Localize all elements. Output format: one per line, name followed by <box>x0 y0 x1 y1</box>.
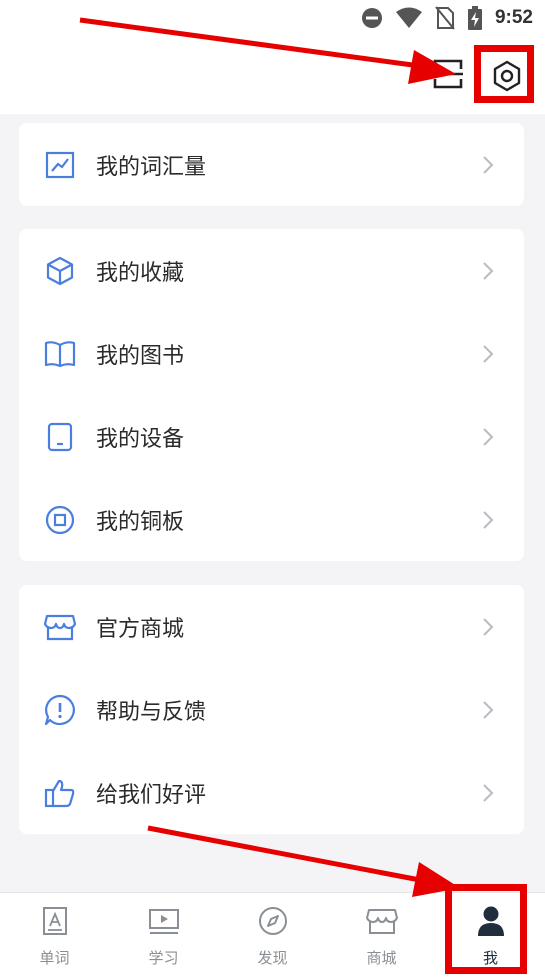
status-time: 9:52 <box>494 7 533 28</box>
tab-words[interactable]: 单词 <box>0 893 109 978</box>
chevron-right-icon <box>483 618 494 636</box>
highlight-box-settings <box>474 45 534 103</box>
book-icon <box>44 338 76 370</box>
tab-label: 发现 <box>257 949 288 967</box>
status-bar: 9:52 <box>0 0 545 36</box>
menu-item-favorites[interactable]: 我的收藏 <box>19 229 524 312</box>
highlight-box-me-tab <box>445 884 527 974</box>
menu-item-devices[interactable]: 我的设备 <box>19 395 524 478</box>
compass-icon <box>257 905 289 937</box>
menu-item-books[interactable]: 我的图书 <box>19 312 524 395</box>
chevron-right-icon <box>483 156 494 174</box>
tab-mall[interactable]: 商城 <box>327 893 436 978</box>
chevron-right-icon <box>483 345 494 363</box>
cube-icon <box>44 255 76 287</box>
tab-label: 单词 <box>39 949 70 967</box>
tab-study[interactable]: 学习 <box>109 893 218 978</box>
vocab-card: 我的词汇量 <box>19 123 524 206</box>
chevron-right-icon <box>483 262 494 280</box>
menu-item-store[interactable]: 官方商城 <box>19 585 524 668</box>
menu-item-help[interactable]: 帮助与反馈 <box>19 668 524 751</box>
menu-item-label: 我的铜板 <box>96 509 185 535</box>
help-feedback-icon <box>44 694 76 726</box>
scan-button[interactable] <box>428 54 468 94</box>
word-card-icon <box>39 905 71 937</box>
coin-icon <box>44 504 76 536</box>
chart-line-icon <box>44 149 76 181</box>
no-sim-icon <box>435 6 455 30</box>
personal-card: 我的收藏 我的图书 我的设备 我的铜板 <box>19 229 524 561</box>
do-not-disturb-icon <box>361 8 382 28</box>
device-icon <box>44 421 76 453</box>
chevron-right-icon <box>483 428 494 446</box>
menu-item-label: 我的设备 <box>96 426 185 452</box>
menu-item-label: 官方商城 <box>96 616 185 642</box>
menu-item-label: 我的图书 <box>96 343 185 369</box>
battery-charging-icon <box>467 6 482 30</box>
menu-item-label: 我的词汇量 <box>96 154 207 180</box>
menu-item-label: 给我们好评 <box>96 782 207 808</box>
chevron-right-icon <box>483 784 494 802</box>
chevron-right-icon <box>483 701 494 719</box>
wifi-icon <box>395 7 422 28</box>
menu-item-rate[interactable]: 给我们好评 <box>19 751 524 834</box>
arrow-to-me-tab <box>147 825 460 897</box>
top-bar <box>0 36 545 114</box>
scan-icon <box>433 59 463 89</box>
tab-label: 商城 <box>366 949 397 967</box>
chevron-right-icon <box>483 511 494 529</box>
menu-item-label: 我的收藏 <box>96 260 185 286</box>
tab-discover[interactable]: 发现 <box>218 893 327 978</box>
video-play-icon <box>148 905 180 937</box>
tab-label: 学习 <box>148 949 179 967</box>
store-icon <box>365 905 398 937</box>
menu-item-label: 帮助与反馈 <box>96 699 207 725</box>
menu-item-vocab[interactable]: 我的词汇量 <box>19 123 524 206</box>
service-card: 官方商城 帮助与反馈 给我们好评 <box>19 585 524 834</box>
thumbs-up-icon <box>44 777 76 809</box>
menu-item-coins[interactable]: 我的铜板 <box>19 478 524 561</box>
store-icon <box>44 611 76 643</box>
